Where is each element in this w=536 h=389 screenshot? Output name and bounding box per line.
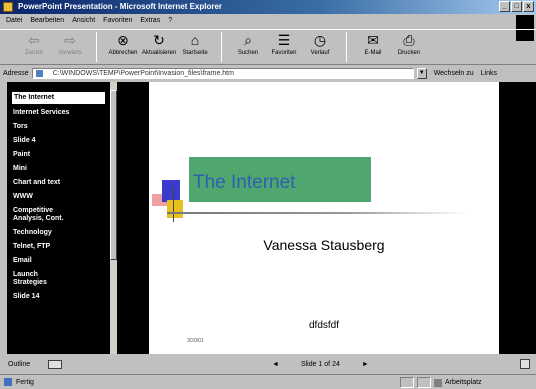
slide-date: 3/20/01 bbox=[187, 338, 204, 344]
back-button[interactable]: ⇦ Zurück bbox=[16, 30, 52, 64]
close-button[interactable]: x bbox=[523, 1, 534, 12]
menu-help[interactable]: ? bbox=[168, 15, 172, 27]
standard-toolbar: ⇦ Zurück ⇨ Vorwärts ⊗ Abbrechen ↻ Aktual… bbox=[0, 29, 536, 65]
back-arrow-icon: ⇦ bbox=[28, 32, 40, 48]
favorites-button[interactable]: ☰ Favoriten bbox=[266, 30, 302, 64]
toolbar-divider bbox=[346, 32, 347, 62]
mail-button[interactable]: ✉ E-Mail bbox=[355, 30, 391, 64]
home-icon: ⌂ bbox=[190, 32, 200, 48]
stop-icon: ⊗ bbox=[117, 32, 129, 48]
slide-subtitle: Vanessa Stausberg bbox=[263, 237, 385, 253]
outline-item-internet-services[interactable]: Internet Services bbox=[7, 106, 110, 120]
address-label: Adresse bbox=[3, 70, 29, 77]
next-slide-button[interactable]: ► bbox=[362, 361, 369, 368]
slide-counter: Slide 1 of 24 bbox=[300, 360, 340, 368]
menu-edit[interactable]: Bearbeiten bbox=[30, 15, 64, 27]
menu-view[interactable]: Ansicht bbox=[72, 15, 95, 27]
refresh-icon: ↻ bbox=[153, 32, 165, 48]
refresh-button[interactable]: ↻ Aktualisieren bbox=[141, 30, 177, 64]
outline-item-email[interactable]: Email bbox=[7, 254, 110, 268]
toolbar-divider bbox=[221, 32, 222, 62]
menu-file[interactable]: Datei bbox=[6, 15, 22, 27]
title-bar: PowerPoint Presentation - Microsoft Inte… bbox=[0, 0, 536, 14]
outline-item-launch-strategies[interactable]: Launch Strategies bbox=[7, 268, 110, 290]
page-icon bbox=[35, 70, 43, 77]
toolbar-divider bbox=[96, 32, 97, 62]
full-screen-icon[interactable] bbox=[520, 359, 530, 369]
window-title: PowerPoint Presentation - Microsoft Inte… bbox=[18, 2, 223, 11]
forward-button[interactable]: ⇨ Vorwärts bbox=[52, 30, 88, 64]
decoration-yellow-block bbox=[167, 200, 183, 218]
print-button[interactable]: ⎙ Drucken bbox=[391, 30, 427, 64]
decoration-blue-block bbox=[162, 180, 180, 202]
outline-item-competitive-analysis[interactable]: Competitive Analysis, Cont. bbox=[7, 204, 110, 226]
outline-item-paint[interactable]: Paint bbox=[7, 148, 110, 162]
outline-scrollbar[interactable] bbox=[110, 82, 117, 354]
outline-item-technology[interactable]: Technology bbox=[7, 226, 110, 240]
outline-item-tors[interactable]: Tors bbox=[7, 120, 110, 134]
outline-item-the-internet[interactable]: The Internet bbox=[12, 92, 105, 104]
previous-slide-button[interactable]: ◄ bbox=[272, 361, 279, 368]
menu-bar: Datei Bearbeiten Ansicht Favoriten Extra… bbox=[0, 15, 536, 41]
status-cell bbox=[417, 377, 431, 388]
page-status-icon bbox=[4, 378, 12, 386]
status-bar: Fertig Arbeitsplatz bbox=[0, 374, 536, 389]
favorites-icon: ☰ bbox=[277, 32, 291, 48]
maximize-button[interactable]: □ bbox=[511, 1, 522, 12]
search-button[interactable]: ⌕ Suchen bbox=[230, 30, 266, 64]
outline-item-chart-and-text[interactable]: Chart and text bbox=[7, 176, 110, 190]
mail-icon: ✉ bbox=[367, 32, 379, 48]
ie-icon bbox=[3, 2, 13, 12]
address-bar: Adresse C:\WINDOWS\TEMP\PowerPoint\Invas… bbox=[0, 67, 536, 80]
links-button[interactable]: Links bbox=[481, 70, 497, 77]
outline-item-mini[interactable]: Mini bbox=[7, 162, 110, 176]
address-input[interactable]: C:\WINDOWS\TEMP\PowerPoint\Invasion_file… bbox=[31, 68, 414, 79]
home-button[interactable]: ⌂ Startseite bbox=[177, 30, 213, 64]
security-zone: Arbeitsplatz bbox=[400, 377, 482, 388]
outline-item-www[interactable]: WWW bbox=[7, 190, 110, 204]
print-icon: ⎙ bbox=[403, 32, 415, 48]
stop-button[interactable]: ⊗ Abbrechen bbox=[105, 30, 141, 64]
minimize-button[interactable]: _ bbox=[499, 1, 510, 12]
status-cell bbox=[400, 377, 414, 388]
search-icon: ⌕ bbox=[244, 32, 252, 48]
slide-navigation-bar: Outline ◄ Slide 1 of 24 ► bbox=[0, 356, 536, 372]
menu-favorites[interactable]: Favoriten bbox=[103, 15, 132, 27]
history-icon: ◷ bbox=[313, 32, 327, 48]
zone-label: Arbeitsplatz bbox=[445, 379, 482, 386]
outline-pane: The Internet Internet Services Tors Slid… bbox=[7, 82, 110, 354]
history-button[interactable]: ◷ Verlauf bbox=[302, 30, 338, 64]
decoration-vertical-line bbox=[173, 186, 174, 222]
slide[interactable]: The Internet Vanessa Stausberg dfdsfdf 3… bbox=[149, 82, 499, 354]
outline-item-slide-4[interactable]: Slide 4 bbox=[7, 134, 110, 148]
outline-item-telnet-ftp[interactable]: Telnet, FTP bbox=[7, 240, 110, 254]
slide-body-text: dfdsfdf bbox=[308, 320, 340, 331]
expand-outline-icon[interactable] bbox=[48, 359, 62, 369]
address-dropdown-button[interactable]: ▼ bbox=[416, 68, 427, 79]
computer-icon bbox=[434, 378, 442, 387]
go-button[interactable]: Wechseln zu bbox=[430, 70, 478, 77]
status-text: Fertig bbox=[16, 378, 34, 386]
outline-item-slide-14[interactable]: Slide 14 bbox=[7, 290, 110, 304]
forward-arrow-icon: ⇨ bbox=[64, 32, 76, 48]
menu-tools[interactable]: Extras bbox=[140, 15, 160, 27]
outline-toggle-button[interactable]: Outline bbox=[8, 361, 38, 368]
slide-title: The Internet bbox=[193, 172, 296, 193]
address-value: C:\WINDOWS\TEMP\PowerPoint\Invasion_file… bbox=[52, 70, 234, 77]
title-underline bbox=[167, 212, 467, 214]
slide-frame: The Internet Vanessa Stausberg dfdsfdf 3… bbox=[117, 82, 536, 354]
outline-scrollbar-thumb[interactable] bbox=[110, 90, 117, 260]
